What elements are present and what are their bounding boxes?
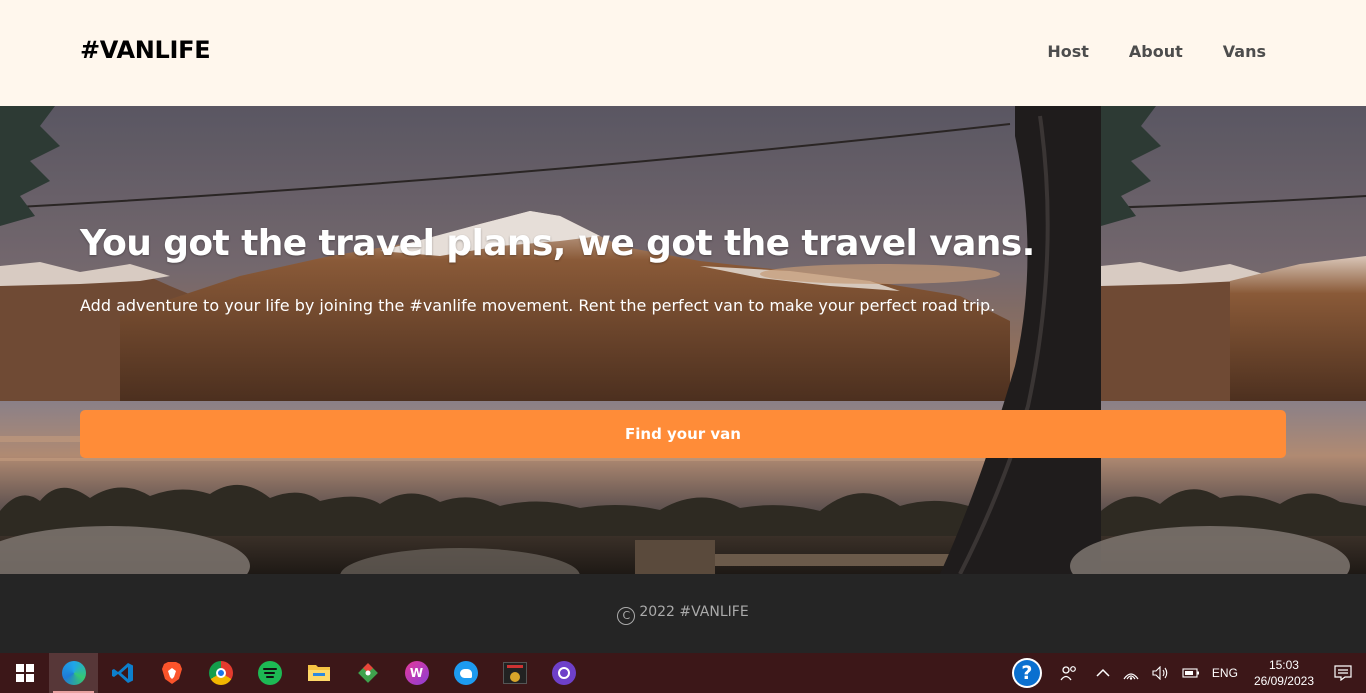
clock[interactable]: 15:03 26/09/2023 [1244, 657, 1324, 689]
battery-button[interactable] [1176, 667, 1206, 679]
show-hidden-icons-button[interactable] [1090, 668, 1116, 678]
clock-date: 26/09/2023 [1253, 674, 1314, 688]
main-nav: Host About Vans [1047, 42, 1266, 61]
taskbar-app-chrome[interactable] [196, 653, 245, 693]
find-your-van-button[interactable]: Find your van [80, 410, 1286, 458]
battery-icon [1182, 668, 1199, 678]
speaker-icon [1152, 666, 1168, 680]
spotify-icon [257, 661, 282, 685]
chrome-icon [208, 661, 233, 685]
site-header: #VANLIFE Host About Vans [0, 0, 1366, 106]
wps-icon: W [404, 661, 429, 685]
notification-icon [1334, 665, 1352, 681]
people-icon [1060, 666, 1076, 681]
help-button[interactable]: ? [1006, 658, 1048, 688]
git-icon [357, 663, 378, 683]
taskbar-app-github[interactable] [539, 653, 588, 693]
brave-icon [161, 662, 182, 684]
taskbar-app-git[interactable] [343, 653, 392, 693]
hero-title: You got the travel plans, we got the tra… [80, 223, 1035, 264]
language-indicator[interactable]: ENG [1206, 666, 1244, 680]
nav-link-vans[interactable]: Vans [1223, 42, 1266, 61]
people-button[interactable] [1048, 665, 1090, 681]
github-icon [551, 661, 576, 685]
start-icon [15, 664, 34, 682]
taskbar-app-tool[interactable] [490, 653, 539, 693]
site-footer: C 2022 #VANLIFE [0, 574, 1366, 653]
taskbar-app-twitter[interactable] [441, 653, 490, 693]
hero-background-image [0, 106, 1366, 574]
system-tray: ? ENG 15:03 26/09/2023 [1006, 653, 1366, 693]
taskbar-app-wps[interactable]: W [392, 653, 441, 693]
twitter-icon [453, 661, 478, 685]
taskbar-app-edge[interactable] [49, 653, 98, 693]
footer-copyright: C 2022 #VANLIFE [0, 604, 1366, 625]
vscode-icon [111, 663, 133, 683]
network-button[interactable] [1116, 666, 1146, 680]
footer-copyright-text: 2022 #VANLIFE [639, 604, 749, 620]
clock-time: 15:03 [1268, 658, 1299, 672]
hero-subtitle: Add adventure to your life by joining th… [80, 296, 996, 315]
app-icon [502, 662, 527, 684]
edge-icon [61, 661, 86, 685]
taskbar-app-spotify[interactable] [245, 653, 294, 693]
action-center-button[interactable] [1324, 665, 1366, 681]
windows-taskbar: W ? ENG 15:03 26/09/2023 [0, 653, 1366, 693]
volume-button[interactable] [1146, 666, 1176, 680]
hero-section: You got the travel plans, we got the tra… [0, 106, 1366, 574]
copyright-icon: C [617, 607, 636, 625]
wifi-icon [1123, 673, 1139, 680]
start-button[interactable] [0, 653, 49, 693]
nav-link-host[interactable]: Host [1047, 42, 1089, 61]
taskbar-app-file-explorer[interactable] [294, 653, 343, 693]
site-logo[interactable]: #VANLIFE [80, 36, 211, 64]
chevron-up-icon [1096, 668, 1110, 677]
file-explorer-icon [307, 665, 330, 681]
help-icon: ? [1011, 658, 1042, 688]
taskbar-app-brave[interactable] [147, 653, 196, 693]
taskbar-app-vscode[interactable] [98, 653, 147, 693]
nav-link-about[interactable]: About [1129, 42, 1183, 61]
